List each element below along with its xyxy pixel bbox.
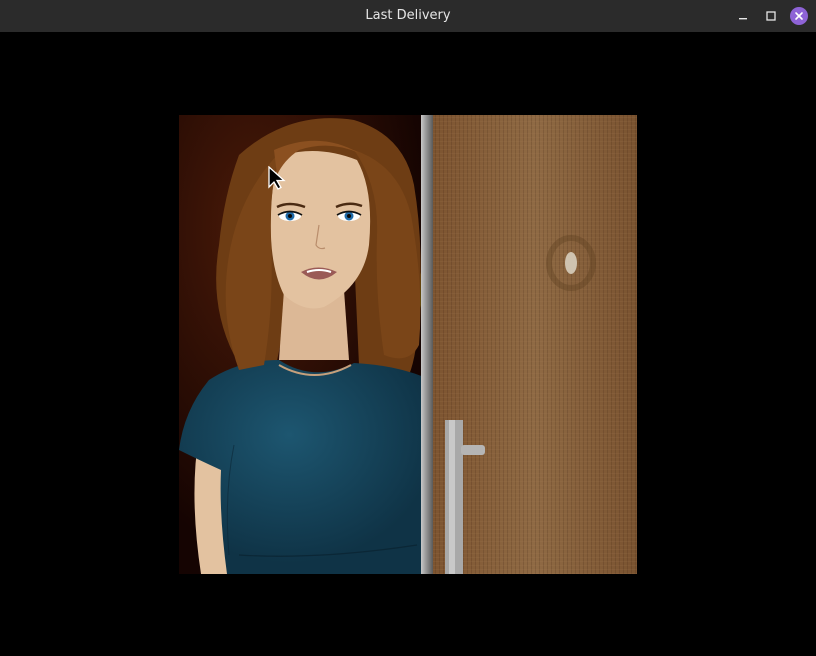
door-frame: [421, 115, 433, 574]
game-scene-image[interactable]: [179, 115, 637, 574]
peephole: [565, 252, 577, 274]
mouse-cursor-icon: [268, 166, 286, 190]
maximize-icon: [766, 11, 776, 21]
window-titlebar: Last Delivery: [0, 0, 816, 32]
close-icon: [795, 12, 803, 20]
close-button[interactable]: [790, 7, 808, 25]
minimize-button[interactable]: [734, 7, 752, 25]
game-viewport[interactable]: [0, 32, 816, 656]
minimize-icon: [739, 18, 747, 20]
window-title: Last Delivery: [365, 8, 451, 23]
maximize-button[interactable]: [762, 7, 780, 25]
